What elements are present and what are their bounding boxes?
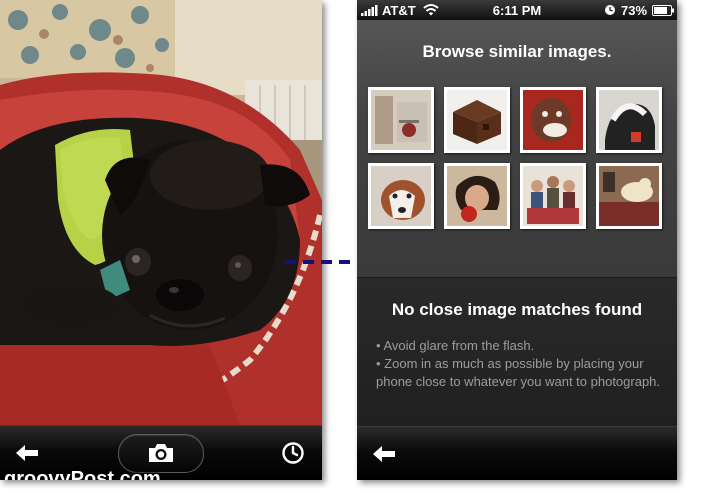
clock-icon[interactable] — [281, 441, 305, 465]
arrow-left-icon[interactable] — [371, 444, 397, 464]
browse-title: Browse similar images. — [422, 42, 612, 61]
thumbnail-image — [447, 90, 507, 150]
thumbnail-image — [447, 166, 507, 226]
results-toolbar — [357, 426, 677, 480]
thumbnail-image — [599, 90, 659, 150]
watermark: groovyPost.com — [4, 468, 161, 480]
camera-viewfinder-photo — [0, 0, 322, 425]
no-match-title: No close image matches found — [391, 300, 643, 319]
similar-image-thumbnail[interactable] — [520, 87, 586, 153]
thumbnail-image — [599, 166, 659, 226]
alarm-clock-icon — [605, 5, 615, 15]
browse-similar-panel: Browse similar images. — [357, 20, 677, 277]
no-match-panel: No close image matches found • Avoid gla… — [357, 277, 677, 427]
similar-image-thumbnail[interactable] — [368, 163, 434, 229]
arrow-left-icon[interactable] — [14, 443, 40, 463]
camera-screen: groovyPost.com — [0, 0, 322, 480]
thumbnail-image — [523, 90, 583, 150]
similar-image-thumbnail[interactable] — [444, 163, 510, 229]
tip-item: • Avoid glare from the flash. — [376, 338, 535, 353]
tip-item: • Zoom in as much as possible by placing… — [376, 356, 661, 389]
thumbnail-image — [371, 90, 431, 150]
camera-icon — [149, 444, 173, 462]
battery-icon — [652, 5, 674, 16]
similar-image-thumbnail[interactable] — [368, 87, 434, 153]
battery-percent: 73% — [621, 3, 648, 18]
status-bar: AT&T 6:11 PM 73% — [357, 0, 677, 20]
similar-image-thumbnail[interactable] — [596, 163, 662, 229]
similar-image-thumbnail[interactable] — [596, 87, 662, 153]
similar-image-thumbnail[interactable] — [444, 87, 510, 153]
thumbnail-image — [371, 166, 431, 226]
tips-list: • Avoid glare from the flash. • Zoom in … — [376, 337, 666, 391]
results-screen: AT&T 6:11 PM 73% Browse similar images. — [357, 0, 677, 480]
thumbnail-image — [523, 166, 583, 226]
similar-image-thumbnail[interactable] — [520, 163, 586, 229]
